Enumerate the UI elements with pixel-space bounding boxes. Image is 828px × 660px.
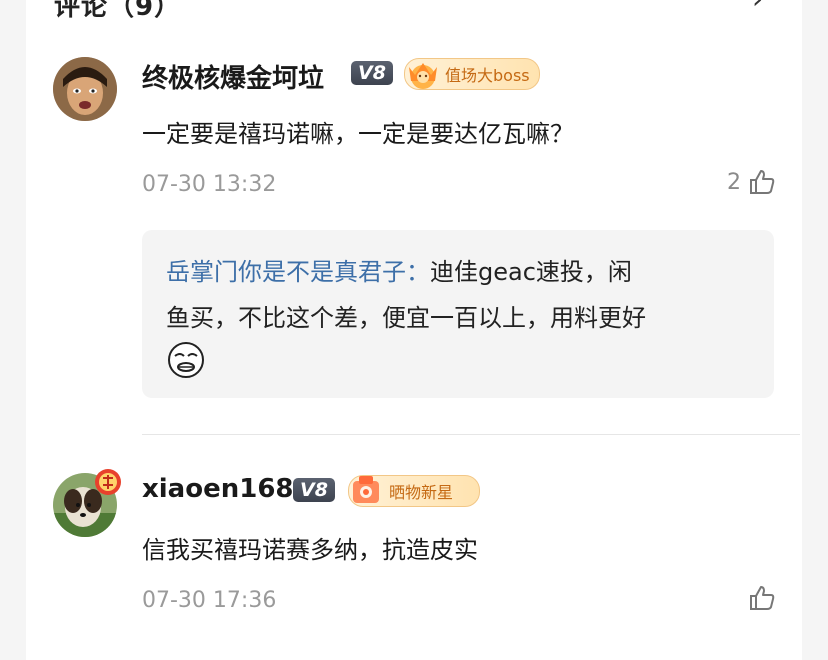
username[interactable]: 终极核爆金坷垃 (142, 58, 324, 95)
comment-text: 信我买禧玛诺赛多纳，抗造皮实 (142, 536, 478, 564)
thumbs-up-icon[interactable] (748, 584, 776, 612)
reply-box[interactable]: 岳掌门你是不是真君子：迪佳geac速投，闲 鱼买，不比这个差，便宜一百以上，用料… (142, 230, 774, 398)
username[interactable]: xiaoen168 (142, 474, 294, 504)
thumbs-up-icon[interactable] (748, 168, 776, 196)
divider (142, 434, 800, 435)
like-count: 2 (727, 170, 741, 195)
comment-time: 07-30 13:32 (142, 172, 277, 197)
medal-label: 值场大boss (445, 66, 530, 85)
reply-line-1: 岳掌门你是不是真君子：迪佳geac速投，闲 (166, 252, 632, 287)
vip-level-badge: V8 (351, 61, 393, 85)
medal-label: 晒物新星 (389, 483, 454, 502)
reply-text-2: 鱼买，不比这个差，便宜一百以上，用料更好 (166, 304, 646, 332)
smirk-face-icon (168, 342, 204, 378)
avatar-pendant-icon (95, 469, 121, 495)
comment-time: 07-30 17:36 (142, 588, 277, 613)
avatar[interactable] (53, 57, 117, 121)
medal-badge[interactable]: 晒物新星 (348, 475, 480, 507)
camera-icon (353, 476, 379, 503)
comment-text: 一定要是禧玛诺嘛，一定是要达亿瓦嘛？ (142, 120, 574, 148)
medal-badge[interactable]: 值场大boss (404, 58, 540, 90)
comments-header-title: 评论（9） (54, 0, 182, 22)
chevron-right-icon[interactable]: › (752, 0, 763, 15)
reply-text-1: 迪佳geac速投，闲 (430, 258, 632, 286)
reply-author[interactable]: 岳掌门你是不是真君子： (166, 258, 430, 286)
vip-level-badge: V8 (293, 478, 335, 502)
crown-icon (409, 63, 437, 89)
